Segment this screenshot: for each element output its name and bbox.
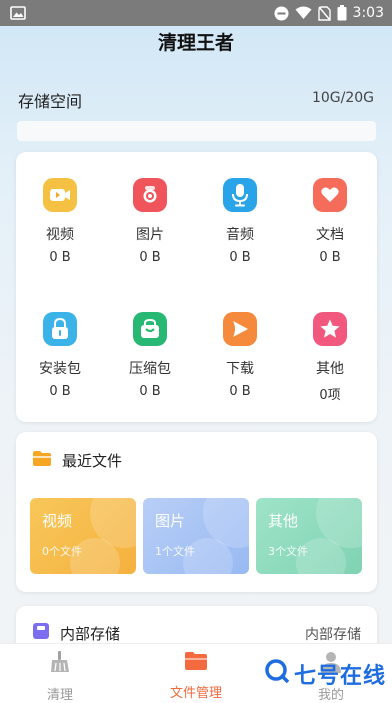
category-name: 下载 [226,361,254,377]
category-document[interactable]: 文档 0 B [290,178,370,265]
video-icon [43,178,77,212]
folder-icon [32,450,52,471]
watermark-text: 七号在线 [293,664,386,689]
category-count: 0 B [229,250,251,265]
sd-card-icon [32,622,50,644]
page-title: 清理王者 [157,32,234,54]
camera-icon [133,178,167,212]
category-count: 0 B [229,384,251,399]
bag-icon [133,312,167,346]
category-name: 音频 [226,227,254,243]
category-card: 视频 0 B 图片 0 B 音频 0 B 文档 0 B 安装包 0 B 压缩包 … [16,152,377,422]
internal-storage-link[interactable]: 内部存储 [305,624,361,644]
lock-package-icon [43,312,77,346]
internal-storage-title: 内部存储 [60,624,121,643]
tile-count: 1个文件 [155,545,195,558]
folder-icon [184,650,208,676]
category-image[interactable]: 图片 0 B [110,178,190,265]
category-video[interactable]: 视频 0 B [20,178,100,265]
category-count: 0 B [319,250,341,265]
broom-icon [48,650,72,678]
recent-files-card: 最近文件 视频 0个文件 图片 1个文件 其他 3个文件 [16,432,377,592]
category-count: 0 B [139,384,161,399]
nav-file-manager[interactable]: 文件管理 [146,650,246,701]
category-name: 文档 [316,227,344,243]
download-play-icon [223,312,257,346]
watermark-logo-icon [264,658,290,690]
category-count: 0 B [139,250,161,265]
category-count: 0 B [49,250,71,265]
no-sim-icon [317,5,331,21]
storage-label: 存储空间 [18,92,83,111]
recent-tile-video[interactable]: 视频 0个文件 [30,498,136,574]
recent-files-title: 最近文件 [62,452,123,470]
category-audio[interactable]: 音频 0 B [200,178,280,265]
dnd-icon [274,6,289,21]
nav-label: 文件管理 [169,686,222,701]
category-name: 压缩包 [129,361,171,377]
storage-progress-bar [17,121,376,141]
category-name: 图片 [136,227,164,243]
category-archive[interactable]: 压缩包 0 B [110,312,190,399]
image-icon [10,6,26,20]
category-other[interactable]: 其他 0项 [290,312,370,403]
status-bar: 3:03 [0,0,392,26]
category-name: 其他 [316,361,344,377]
storage-value: 10G/20G [311,90,374,106]
recent-tile-image[interactable]: 图片 1个文件 [143,498,249,574]
status-time: 3:03 [352,5,384,21]
tile-count: 0个文件 [42,545,82,558]
nav-clean[interactable]: 清理 [10,650,110,703]
category-package[interactable]: 安装包 0 B [20,312,100,399]
heart-document-icon [313,178,347,212]
battery-icon [337,5,347,21]
category-download[interactable]: 下载 0 B [200,312,280,399]
category-name: 视频 [46,227,74,243]
tile-count: 3个文件 [268,545,308,558]
star-icon [313,312,347,346]
recent-tile-other[interactable]: 其他 3个文件 [256,498,362,574]
category-count: 0项 [319,388,341,403]
nav-label: 清理 [46,688,73,703]
category-count: 0 B [49,384,71,399]
category-name: 安装包 [39,361,81,377]
microphone-icon [223,178,257,212]
watermark: 七号在线 [264,658,386,690]
wifi-icon [295,6,312,20]
